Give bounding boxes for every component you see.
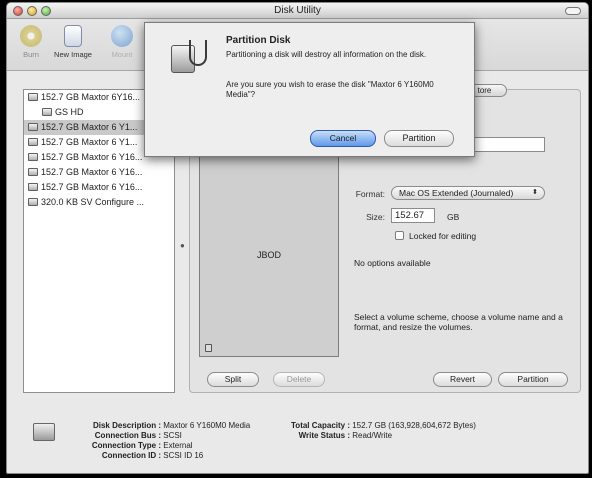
info-row: Total Capacity : 152.7 GB (163,928,604,6… — [291, 421, 476, 430]
new-image-icon — [64, 25, 82, 47]
size-label: Size: — [366, 212, 385, 222]
lock-icon[interactable] — [205, 344, 212, 352]
disk-info-icon — [33, 423, 55, 441]
sidebar-item-disk-5[interactable]: 152.7 GB Maxtor 6 Y16... — [24, 165, 174, 180]
hard-disk-icon — [28, 153, 38, 161]
partition-confirm-sheet: Partition Disk Partitioning a disk will … — [144, 22, 475, 157]
mount-icon — [111, 25, 133, 47]
revert-button[interactable]: Revert — [433, 372, 492, 387]
partition-main-button[interactable]: Partition — [498, 372, 568, 387]
sheet-question-text: Are you sure you wish to erase the disk … — [226, 80, 434, 99]
burn-label: Burn — [23, 50, 39, 59]
sheet-title: Partition Disk — [226, 35, 291, 46]
toolbar-toggle-button[interactable] — [565, 7, 581, 15]
new-image-button[interactable]: New Image — [49, 25, 97, 59]
sidebar-item-disk-6[interactable]: 152.7 GB Maxtor 6 Y16... — [24, 180, 174, 195]
info-row: Connection ID : SCSI ID 16 — [101, 451, 204, 460]
info-row: Connection Type : External — [91, 441, 193, 450]
confirm-partition-button[interactable]: Partition — [384, 130, 454, 147]
title-bar[interactable]: Disk Utility — [7, 3, 588, 19]
size-input[interactable]: 152.67 — [391, 208, 435, 223]
disk-image-icon — [28, 198, 38, 206]
locked-checkbox-row[interactable]: Locked for editing — [395, 231, 476, 241]
format-selected-value: Mac OS Extended (Journaled) — [399, 188, 514, 198]
cancel-button[interactable]: Cancel — [310, 130, 376, 147]
help-text: Select a volume scheme, choose a volume … — [354, 312, 563, 332]
burn-button[interactable]: Burn — [11, 25, 51, 59]
hard-disk-icon — [28, 183, 38, 191]
disk-info-area: Disk Description : Maxtor 6 Y160M0 Media… — [7, 401, 588, 473]
popup-arrows-icon: ⬍ — [532, 189, 538, 196]
size-unit: GB — [447, 212, 460, 222]
info-row: Disk Description : Maxtor 6 Y160M0 Media — [92, 421, 251, 430]
split-button[interactable]: Split — [207, 372, 259, 387]
splitter-handle-icon: ● — [180, 241, 185, 250]
volume-scheme-label: JBOD — [256, 250, 281, 260]
locked-checkbox[interactable] — [395, 231, 404, 240]
volume-icon — [42, 108, 52, 116]
disk-info-right: Total Capacity : 152.7 GB (163,928,604,6… — [277, 421, 476, 441]
hard-disk-icon — [28, 123, 38, 131]
new-image-label: New Image — [54, 50, 92, 59]
window-title: Disk Utility — [274, 5, 321, 16]
hard-disk-icon — [28, 93, 38, 101]
no-options-text: No options available — [354, 258, 431, 268]
format-label: Format: — [355, 189, 385, 199]
format-select[interactable]: Mac OS Extended (Journaled) ⬍ — [391, 186, 545, 200]
locked-label: Locked for editing — [409, 231, 477, 241]
hard-disk-icon — [28, 138, 38, 146]
disk-utility-stethoscope-icon — [169, 39, 211, 77]
burn-disc-icon — [20, 25, 42, 47]
disk-info-left: Disk Description : Maxtor 6 Y160M0 Media… — [61, 421, 250, 461]
volume-scheme-layout[interactable]: JBOD — [199, 149, 339, 357]
mount-button[interactable]: Mount — [102, 25, 142, 59]
info-row: Connection Bus : SCSI — [94, 431, 182, 440]
sheet-warning-text: Partitioning a disk will destroy all inf… — [226, 50, 427, 59]
delete-button[interactable]: Delete — [273, 372, 325, 387]
info-row: Write Status : Read/Write — [298, 431, 393, 440]
disk-utility-window: Disk Utility Burn New Image Mount 152.7 … — [6, 2, 589, 474]
mount-label: Mount — [111, 50, 133, 59]
hard-disk-icon — [28, 168, 38, 176]
sidebar-item-configure[interactable]: 320.0 KB SV Configure ... — [24, 195, 174, 210]
